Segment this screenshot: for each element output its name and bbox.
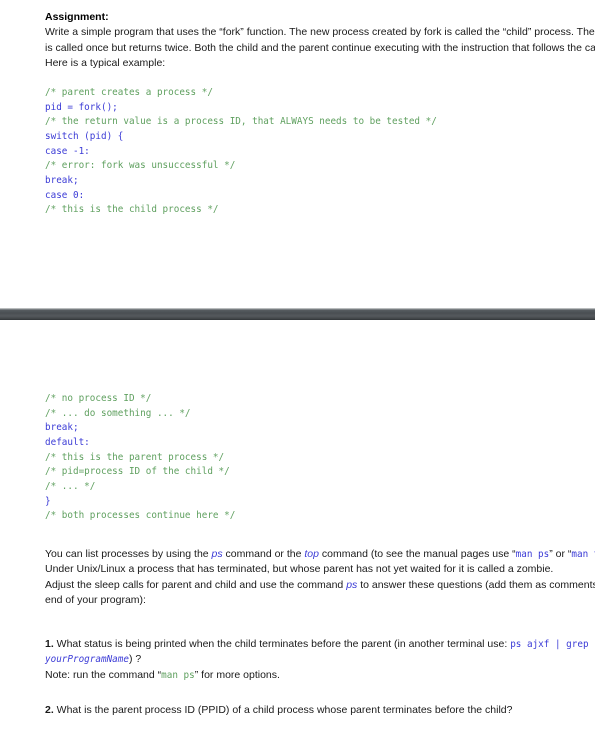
man-top-command: man top bbox=[571, 549, 595, 560]
question-2-text: 2. What is the parent process ID (PPID) … bbox=[45, 703, 595, 718]
prose-p2-seg1: Adjust the sleep calls for parent and ch… bbox=[45, 578, 347, 591]
question-1-before: What status is being printed when the ch… bbox=[53, 638, 511, 650]
code-line: /* parent creates a process */ bbox=[45, 87, 213, 98]
code-line: pid = fork(); bbox=[45, 101, 118, 113]
question-2: 2. What is the parent process ID (PPID) … bbox=[0, 703, 595, 718]
intro-paragraph: Write a simple program that uses the “fo… bbox=[45, 26, 595, 70]
code-line: switch (pid) { bbox=[45, 130, 124, 142]
code-line: /* ... */ bbox=[45, 480, 96, 492]
code-line: break; bbox=[45, 422, 79, 434]
question-1-text: 1. What status is being printed when the… bbox=[45, 637, 595, 668]
question-2-number: 2. bbox=[45, 704, 54, 716]
question-1-after: ) ? bbox=[128, 653, 142, 666]
code-line: /* this is the child process */ bbox=[45, 204, 219, 216]
page-title: Assignment: bbox=[45, 11, 109, 23]
ps-ajxf-grep-command: ps ajxf | grep bbox=[510, 639, 589, 650]
ps-command-emphasis: ps bbox=[211, 548, 223, 560]
prose-paragraph-1: You can list processes by using the ps c… bbox=[45, 547, 595, 578]
page-break-divider bbox=[0, 308, 595, 320]
your-program-name-placeholder: yourProgramName bbox=[45, 654, 129, 666]
code-line: /* no process ID */ bbox=[45, 393, 152, 404]
code-line: /* this is the parent process */ bbox=[45, 451, 225, 463]
code-line: break; bbox=[45, 174, 79, 186]
top-command-emphasis: top bbox=[304, 548, 319, 560]
code-line: } bbox=[45, 495, 51, 507]
ps-command-emphasis-2: ps bbox=[346, 578, 358, 591]
question-2-body: What is the parent process ID (PPID) of … bbox=[53, 704, 513, 716]
prose-p1-seg2: command or the bbox=[222, 548, 305, 560]
prose-p1-seg4: ” or “ bbox=[549, 548, 572, 560]
code-line: case 0: bbox=[45, 189, 85, 201]
code-line: /* the return value is a process ID, tha… bbox=[45, 116, 437, 128]
code-line: case -1: bbox=[45, 145, 90, 157]
prose-p1-seg1: You can list processes by using the bbox=[45, 548, 212, 560]
question-1: 1. What status is being printed when the… bbox=[0, 637, 595, 683]
question-1-note-after: ” for more options. bbox=[194, 668, 280, 681]
man-ps-note-command: man ps bbox=[161, 669, 195, 681]
intro-section: Assignment: Write a simple program that … bbox=[0, 10, 595, 72]
code-line: /* ... do something ... */ bbox=[45, 407, 191, 419]
question-1-number: 1. bbox=[45, 638, 54, 650]
question-1-note-before: Note: run the command “ bbox=[45, 668, 162, 681]
document-page: { "document": { "heading": "Assignment:"… bbox=[0, 0, 595, 748]
code-block-second: /* no process ID */ /* ... do something .… bbox=[0, 392, 595, 524]
question-1-note: Note: run the command “man ps” for more … bbox=[45, 668, 595, 683]
prose-p1-seg3: command (to see the manual pages use “ bbox=[318, 548, 516, 560]
code-line: /* error: fork was unsuccessful */ bbox=[45, 160, 236, 172]
code-line: /* both processes continue here */ bbox=[45, 510, 236, 522]
prose-section: You can list processes by using the ps c… bbox=[0, 547, 595, 609]
man-ps-command: man ps bbox=[515, 549, 550, 560]
prose-paragraph-2: Adjust the sleep calls for parent and ch… bbox=[45, 578, 595, 609]
code-block-first: /* parent creates a process */ pid = fork… bbox=[0, 86, 595, 218]
code-line: default: bbox=[45, 436, 90, 448]
code-line: /* pid=process ID of the child */ bbox=[45, 466, 230, 478]
